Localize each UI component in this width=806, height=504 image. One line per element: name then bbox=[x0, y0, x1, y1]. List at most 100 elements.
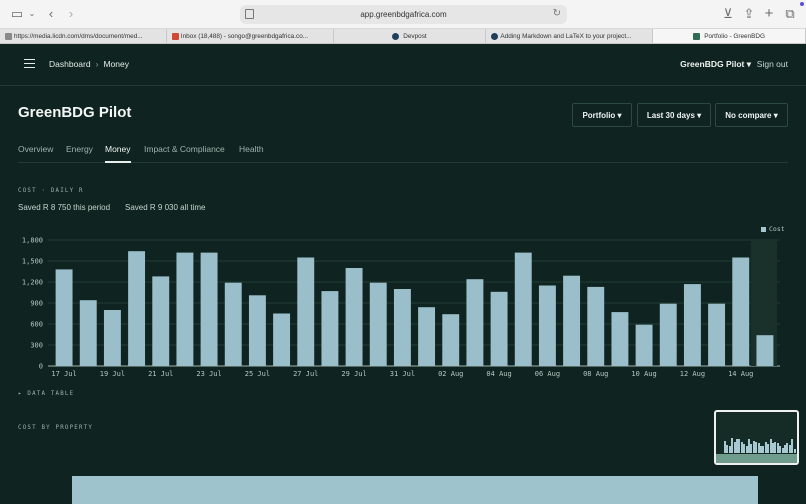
new-tab-icon[interactable]: + bbox=[763, 6, 775, 22]
devpost-favicon bbox=[491, 32, 499, 40]
bar bbox=[514, 252, 532, 366]
forward-icon[interactable]: › bbox=[66, 6, 76, 22]
bar bbox=[587, 286, 605, 366]
saved-all-time: Saved R 9 030 all time bbox=[125, 203, 206, 212]
bar bbox=[538, 285, 556, 366]
x-tick-label: 14 Aug bbox=[728, 370, 753, 378]
bar bbox=[297, 257, 315, 366]
y-tick-label: 300 bbox=[30, 342, 43, 350]
bar bbox=[683, 284, 701, 366]
bar bbox=[466, 279, 484, 366]
bar bbox=[128, 251, 146, 366]
browser-toolbar: ▭ ⌄ ‹ › app.greenbdgafrica.com ↻ ⊻ ⇪ + ⧉ bbox=[0, 0, 806, 29]
x-tick-label: 19 Jul bbox=[100, 370, 125, 378]
bar bbox=[563, 275, 581, 366]
app-header: Dashboard › Money GreenBDG Pilot ▾ Sign ou… bbox=[0, 44, 806, 86]
bar bbox=[321, 291, 339, 366]
date-range-dropdown[interactable]: Last 30 days ▾ bbox=[637, 103, 711, 127]
bar bbox=[273, 313, 291, 366]
bar bbox=[635, 324, 653, 366]
bar bbox=[490, 291, 508, 366]
x-tick-label: 31 Jul bbox=[390, 370, 415, 378]
download-icon[interactable]: ⊻ bbox=[722, 6, 734, 22]
tab-health[interactable]: Health bbox=[239, 144, 264, 154]
breadcrumb-separator: › bbox=[95, 59, 99, 69]
bar bbox=[756, 335, 774, 366]
x-tick-label: 02 Aug bbox=[438, 370, 463, 378]
page-icon bbox=[245, 9, 254, 19]
menu-icon[interactable] bbox=[24, 59, 35, 68]
x-tick-label: 17 Jul bbox=[51, 370, 76, 378]
bar bbox=[79, 300, 97, 366]
bar bbox=[224, 282, 242, 366]
notification-dot bbox=[800, 2, 804, 6]
thumbnail-footer bbox=[716, 454, 797, 463]
tab-energy[interactable]: Energy bbox=[66, 144, 93, 154]
tab-title: https://media.licdn.com/dms/document/med… bbox=[14, 32, 143, 40]
url-text: app.greenbdgafrica.com bbox=[360, 10, 447, 19]
browser-tab[interactable]: Devpost bbox=[334, 29, 487, 43]
page-thumbnail-preview[interactable] bbox=[714, 410, 799, 465]
sidebar-toggle-icon[interactable]: ▭ bbox=[11, 6, 23, 22]
bar bbox=[393, 289, 411, 366]
y-tick-label: 1,800 bbox=[22, 237, 43, 245]
y-tick-label: 600 bbox=[30, 321, 43, 329]
greenbdg-favicon bbox=[693, 32, 701, 40]
page-title: GreenBDG Pilot bbox=[18, 104, 132, 121]
tab-overview[interactable]: Overview bbox=[18, 144, 53, 154]
x-tick-label: 08 Aug bbox=[583, 370, 608, 378]
linkedin-favicon bbox=[5, 32, 12, 40]
x-tick-label: 06 Aug bbox=[535, 370, 560, 378]
address-bar[interactable]: app.greenbdgafrica.com ↻ bbox=[240, 5, 567, 24]
cost-bar-chart: 0 300 600 900 1,200 1,500 1,800 17 Jul 19 Jul 21 … bbox=[22, 237, 780, 378]
app: Dashboard › Money GreenBDG Pilot ▾ Sign ou… bbox=[0, 44, 806, 504]
tab-title: Devpost bbox=[403, 32, 427, 40]
x-tick-label: 25 Jul bbox=[245, 370, 270, 378]
reload-icon[interactable]: ↻ bbox=[553, 8, 561, 19]
bar bbox=[152, 276, 170, 366]
bar bbox=[659, 303, 677, 366]
saved-this-period: Saved R 8 750 this period bbox=[18, 203, 111, 212]
breadcrumb-dashboard[interactable]: Dashboard bbox=[49, 59, 91, 69]
x-tick-label: 12 Aug bbox=[680, 370, 705, 378]
gmail-favicon bbox=[171, 32, 179, 40]
browser-tab[interactable]: Adding Markdown and LaTeX to your projec… bbox=[486, 29, 654, 43]
data-table-toggle[interactable]: ▸ DATA TABLE bbox=[18, 391, 74, 397]
chevron-down-icon[interactable]: ⌄ bbox=[28, 6, 36, 22]
bar bbox=[442, 314, 460, 366]
x-tick-label: 04 Aug bbox=[486, 370, 511, 378]
bar bbox=[176, 252, 194, 366]
browser-tab[interactable]: https://media.licdn.com/dms/document/med… bbox=[0, 29, 167, 43]
x-tick-label: 23 Jul bbox=[196, 370, 221, 378]
browser-tab[interactable]: Inbox (18,488) - songo@greenbdgafrica.co… bbox=[167, 29, 334, 43]
bar bbox=[103, 310, 121, 366]
x-tick-label: 21 Jul bbox=[148, 370, 173, 378]
browser-tab-active[interactable]: Portfolio - GreenBDG bbox=[653, 29, 806, 43]
bar bbox=[611, 312, 629, 366]
tab-title: Inbox (18,488) - songo@greenbdgafrica.co… bbox=[180, 32, 309, 40]
property-bar bbox=[72, 476, 758, 504]
breadcrumb: Dashboard › Money bbox=[49, 59, 129, 69]
y-tick-label: 1,500 bbox=[22, 258, 43, 266]
org-menu-button[interactable]: GreenBDG Pilot ▾ bbox=[680, 59, 751, 70]
bar bbox=[369, 282, 387, 366]
tab-money[interactable]: Money bbox=[105, 144, 131, 163]
property-section-label: COST BY PROPERTY bbox=[18, 425, 94, 431]
browser-tab-bar: https://media.licdn.com/dms/document/med… bbox=[0, 29, 806, 44]
tab-title: Portfolio - GreenBDG bbox=[704, 32, 765, 40]
tab-overview-icon[interactable]: ⧉ bbox=[784, 6, 796, 22]
portfolio-dropdown[interactable]: Portfolio ▾ bbox=[572, 103, 632, 127]
compare-dropdown[interactable]: No compare ▾ bbox=[715, 103, 788, 127]
sign-out-link[interactable]: Sign out bbox=[757, 59, 788, 69]
tab-impact-compliance[interactable]: Impact & Compliance bbox=[144, 144, 225, 154]
tab-title: Adding Markdown and LaTeX to your projec… bbox=[500, 32, 632, 40]
y-tick-label: 1,200 bbox=[22, 279, 43, 287]
devpost-favicon bbox=[392, 32, 400, 40]
bar bbox=[248, 295, 266, 366]
x-tick-label: 29 Jul bbox=[341, 370, 366, 378]
bar bbox=[418, 307, 436, 366]
bar bbox=[200, 252, 218, 366]
share-icon[interactable]: ⇪ bbox=[743, 6, 755, 22]
back-icon[interactable]: ‹ bbox=[46, 6, 56, 22]
cost-section-label: COST · DAILY R bbox=[18, 188, 84, 194]
